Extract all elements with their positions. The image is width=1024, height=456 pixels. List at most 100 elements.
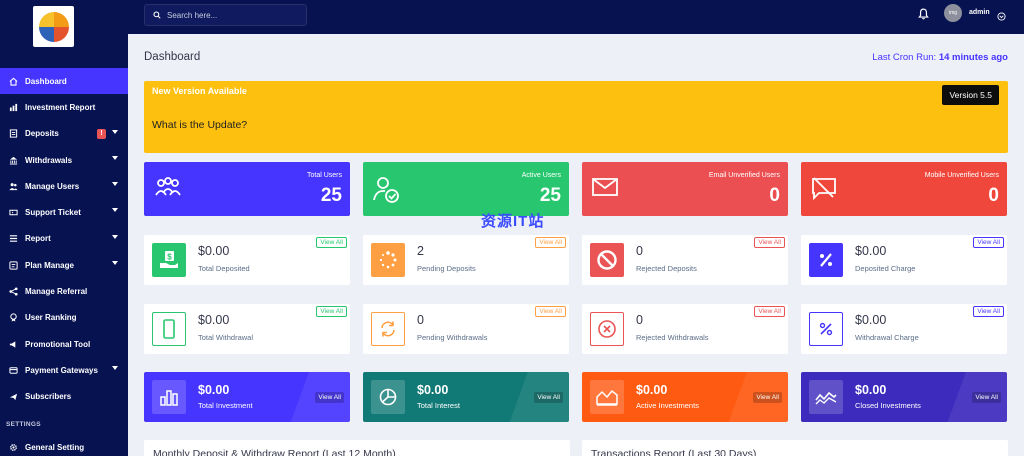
card-rejected-deposits[interactable]: 0 Rejected Deposits View All bbox=[582, 235, 788, 285]
sidebar-item-label: Payment Gateways bbox=[25, 365, 98, 375]
version-badge[interactable]: Version 5.5 bbox=[942, 85, 999, 105]
view-all-link[interactable]: View All bbox=[973, 237, 1004, 248]
card-closed-investments[interactable]: $0.00 Closed Investments View All bbox=[801, 372, 1007, 422]
card-amount: 0 bbox=[417, 313, 424, 327]
panel-title: Transactions Report (Last 30 Days) bbox=[591, 448, 757, 456]
view-all-link[interactable]: View All bbox=[973, 306, 1004, 317]
view-all-link[interactable]: View All bbox=[316, 237, 347, 248]
list-icon bbox=[8, 234, 18, 244]
gateway-icon bbox=[8, 365, 18, 375]
chevron-down-icon bbox=[112, 261, 118, 266]
cron-value: 14 minutes ago bbox=[938, 52, 1008, 63]
sidebar-item-label: Deposits bbox=[25, 129, 59, 139]
cron-label: Last Cron Run: bbox=[872, 52, 937, 63]
sidebar-item-dashboard[interactable]: Dashboard bbox=[0, 68, 128, 95]
card-deposited-charge[interactable]: $0.00 Deposited Charge View All bbox=[801, 235, 1007, 285]
card-label: Total Withdrawal bbox=[198, 333, 254, 342]
page-title: Dashboard bbox=[144, 51, 201, 63]
sidebar-item-label: User Ranking bbox=[25, 313, 77, 323]
view-all-link[interactable]: View All bbox=[753, 392, 782, 403]
card-amount: $0.00 bbox=[198, 383, 230, 397]
notification-bell-icon[interactable] bbox=[918, 7, 929, 25]
sidebar-item-payment-gateways[interactable]: Payment Gateways bbox=[0, 357, 128, 383]
sidebar-nav: Dashboard Investment Report Deposits ! W… bbox=[0, 68, 128, 410]
view-all-link[interactable]: View All bbox=[535, 306, 566, 317]
card-withdrawal-charge[interactable]: $0.00 Withdrawal Charge View All bbox=[801, 304, 1007, 354]
card-amount: $0.00 bbox=[855, 313, 887, 327]
sidebar-item-promotional-tool[interactable]: Promotional Tool bbox=[0, 331, 128, 357]
plan-icon bbox=[8, 260, 18, 270]
sidebar-item-subscribers[interactable]: Subscribers bbox=[0, 384, 128, 410]
stat-active-users[interactable]: Active Users 25 bbox=[363, 162, 569, 216]
chevron-down-circle-icon[interactable] bbox=[997, 8, 1006, 26]
sidebar-item-manage-referral[interactable]: Manage Referral bbox=[0, 278, 128, 304]
card-amount: $0.00 bbox=[855, 244, 887, 258]
card-active-investments[interactable]: $0.00 Active Investments View All bbox=[582, 372, 788, 422]
search-input[interactable] bbox=[167, 10, 297, 20]
card-amount: 0 bbox=[636, 244, 643, 258]
mobile-icon bbox=[152, 312, 186, 346]
card-label: Rejected Withdrawals bbox=[636, 333, 709, 342]
sidebar-item-manage-users[interactable]: Manage Users bbox=[0, 173, 128, 199]
view-all-link[interactable]: View All bbox=[316, 306, 347, 317]
view-all-link[interactable]: View All bbox=[754, 237, 785, 248]
sidebar-item-label: Promotional Tool bbox=[25, 339, 91, 349]
settings-section-title: SETTINGS bbox=[6, 421, 41, 428]
view-all-link[interactable]: View All bbox=[534, 392, 563, 403]
chevron-down-icon bbox=[112, 182, 118, 187]
view-all-link[interactable]: View All bbox=[535, 237, 566, 248]
percent-icon bbox=[809, 243, 843, 277]
stat-email-unverified[interactable]: Email Unverified Users 0 bbox=[582, 162, 788, 216]
chevron-down-icon bbox=[112, 234, 118, 239]
card-total-investment[interactable]: $0.00 Total Investment View All bbox=[144, 372, 350, 422]
users-icon bbox=[154, 176, 182, 205]
logo-mark bbox=[38, 11, 69, 42]
sidebar-item-report[interactable]: Report bbox=[0, 226, 128, 252]
home-icon bbox=[8, 76, 18, 86]
sidebar-item-label: Manage Users bbox=[25, 181, 80, 191]
card-label: Pending Withdrawals bbox=[417, 333, 488, 342]
sidebar-item-investment-report[interactable]: Investment Report bbox=[0, 94, 128, 120]
admin-username[interactable]: admin bbox=[969, 9, 990, 16]
card-pending-deposits[interactable]: 2 Pending Deposits View All bbox=[363, 235, 569, 285]
sidebar-item-support-ticket[interactable]: Support Ticket bbox=[0, 199, 128, 225]
stat-total-users[interactable]: Total Users 25 bbox=[144, 162, 350, 216]
card-amount: 0 bbox=[636, 313, 643, 327]
topbar: img admin bbox=[128, 0, 1024, 34]
avatar[interactable]: img bbox=[944, 4, 962, 22]
ban-icon bbox=[590, 243, 624, 277]
sidebar-item-deposits[interactable]: Deposits ! bbox=[0, 121, 128, 147]
spinner-icon bbox=[371, 243, 405, 277]
chart-pie-icon bbox=[371, 380, 405, 414]
card-rejected-withdrawals[interactable]: 0 Rejected Withdrawals View All bbox=[582, 304, 788, 354]
card-amount: $0.00 bbox=[417, 383, 449, 397]
card-total-withdrawal[interactable]: $0.00 Total Withdrawal View All bbox=[144, 304, 350, 354]
card-amount: $0.00 bbox=[198, 244, 230, 258]
sidebar-item-general-setting[interactable]: General Setting bbox=[0, 434, 128, 456]
chart-area-icon bbox=[590, 380, 624, 414]
envelope-icon bbox=[592, 176, 618, 203]
view-all-link[interactable]: View All bbox=[315, 392, 344, 403]
stat-label: Email Unverified Users bbox=[708, 172, 780, 179]
card-total-deposited[interactable]: $ $0.00 Total Deposited View All bbox=[144, 235, 350, 285]
stat-mobile-unverified[interactable]: Mobile Unverified Users 0 bbox=[801, 162, 1007, 216]
stat-value: 0 bbox=[988, 185, 999, 206]
sidebar-item-label: Subscribers bbox=[25, 392, 72, 402]
sidebar-item-withdrawals[interactable]: Withdrawals bbox=[0, 147, 128, 173]
sidebar-item-label: Report bbox=[25, 234, 51, 244]
sidebar-item-plan-manage[interactable]: Plan Manage bbox=[0, 252, 128, 278]
ranking-icon bbox=[8, 313, 18, 323]
banner-question[interactable]: What is the Update? bbox=[152, 119, 247, 131]
card-total-interest[interactable]: $0.00 Total Interest View All bbox=[363, 372, 569, 422]
card-amount: 2 bbox=[417, 244, 424, 258]
card-pending-withdrawals[interactable]: 0 Pending Withdrawals View All bbox=[363, 304, 569, 354]
last-cron-run: Last Cron Run: 14 minutes ago bbox=[872, 52, 1008, 63]
users-icon bbox=[8, 181, 18, 191]
search-box[interactable] bbox=[144, 4, 307, 26]
card-label: Withdrawal Charge bbox=[855, 333, 919, 342]
sidebar-item-user-ranking[interactable]: User Ranking bbox=[0, 305, 128, 331]
brand-logo[interactable] bbox=[33, 6, 74, 47]
svg-text:$: $ bbox=[167, 253, 172, 262]
view-all-link[interactable]: View All bbox=[754, 306, 785, 317]
view-all-link[interactable]: View All bbox=[972, 392, 1001, 403]
